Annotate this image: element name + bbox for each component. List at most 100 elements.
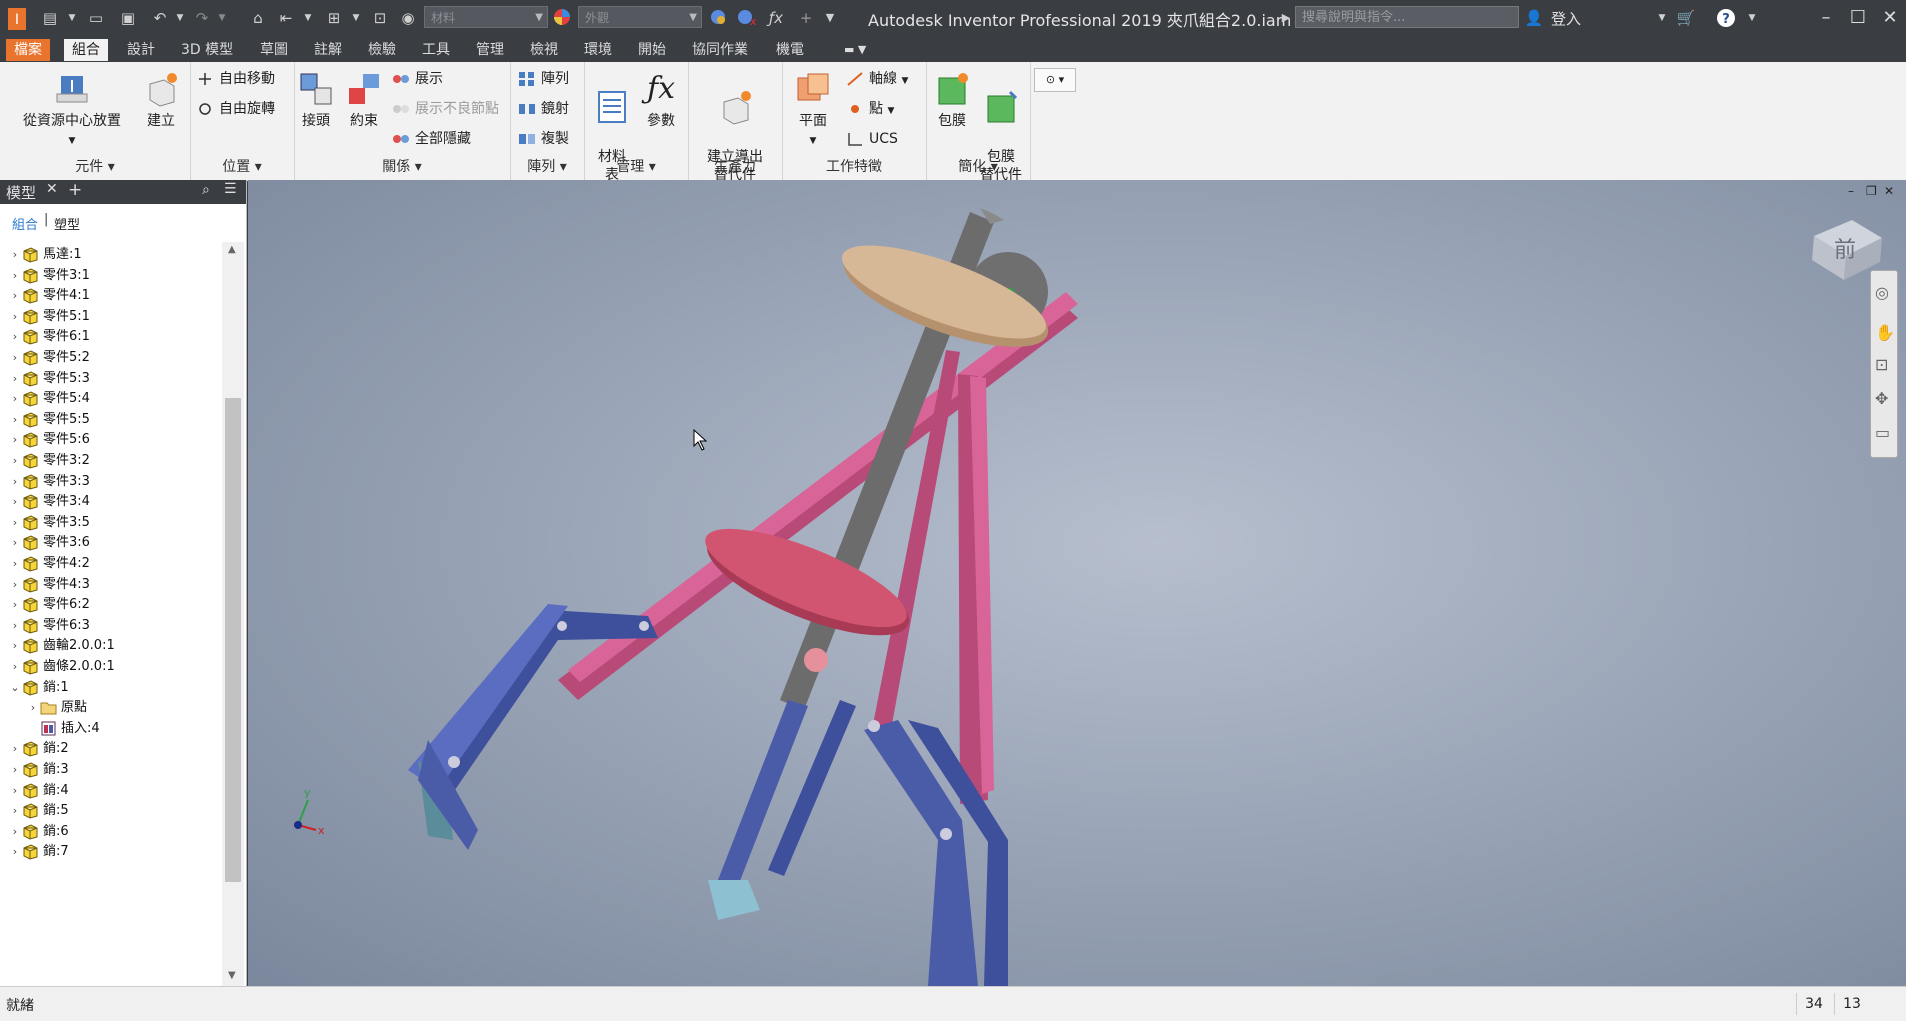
show-sick-button[interactable]: 展示不良節點	[392, 98, 499, 120]
undo-icon[interactable]: ↶	[150, 8, 170, 28]
inventor-logo-icon[interactable]: I	[6, 6, 28, 32]
panel-title-component[interactable]: 元件 ▾	[0, 156, 190, 178]
browser-scrollbar[interactable]: ▲ ▼	[222, 242, 244, 986]
close-tab-icon[interactable]: ✕	[46, 181, 58, 197]
tab-file[interactable]: 檔案	[6, 39, 50, 61]
free-rotate-button[interactable]: 自由旋轉	[196, 98, 275, 120]
clear-appearance-icon[interactable]: x	[736, 8, 757, 28]
tab-3d-model[interactable]: 3D 模型	[173, 39, 241, 61]
panel-overflow-dropdown[interactable]: ⊙ ▾	[1034, 68, 1076, 92]
orbit-icon[interactable]: ✥	[1875, 389, 1888, 408]
select-dropdown-icon[interactable]: ▼	[346, 8, 366, 28]
axis-button[interactable]: 軸線 ▼	[846, 68, 908, 90]
tab-collaborate[interactable]: 協同作業	[684, 39, 756, 61]
pan-icon[interactable]: ✋	[1875, 323, 1895, 342]
shrinkwrap-button[interactable]: 包膜	[930, 70, 974, 130]
tab-get-started[interactable]: 開始	[630, 39, 674, 61]
expand-chevron-icon[interactable]: ›	[8, 839, 22, 864]
tab-annotate[interactable]: 註解	[306, 39, 350, 61]
search-icon[interactable]: ⌕	[202, 182, 210, 198]
free-move-button[interactable]: 自由移動	[196, 68, 275, 90]
help-dropdown-icon[interactable]: ▼	[1742, 8, 1762, 28]
panel-title-manage[interactable]: 管理 ▾	[584, 156, 688, 178]
zoom-icon[interactable]: ⊡	[1875, 355, 1888, 374]
tab-design[interactable]: 設計	[119, 39, 163, 61]
copy-button[interactable]: 複製	[518, 128, 569, 150]
new-icon[interactable]: ▤	[40, 8, 60, 28]
viewport-close-icon[interactable]: ✕	[1884, 184, 1894, 198]
appearance-combo[interactable]: 外觀 ▼	[578, 6, 702, 28]
search-input[interactable]: 搜尋說明與指令...	[1295, 6, 1519, 28]
browser-tab-model[interactable]: 模型	[6, 182, 36, 203]
return-icon[interactable]: ⇤	[276, 8, 296, 28]
adjust-appearance-icon[interactable]	[708, 8, 728, 28]
select-other-icon[interactable]: ⊡	[370, 8, 390, 28]
tab-tools[interactable]: 工具	[414, 39, 458, 61]
tab-assemble[interactable]: 組合	[64, 39, 108, 61]
browser-menu-icon[interactable]: ☰	[224, 181, 237, 197]
steering-wheel-icon[interactable]: ◎	[1875, 283, 1889, 302]
assembly-model[interactable]: y x	[248, 180, 1906, 986]
mode-assembly[interactable]: 組合	[12, 214, 38, 233]
tab-manage[interactable]: 管理	[468, 39, 512, 61]
joint-button[interactable]: 接頭	[294, 70, 338, 130]
return-dropdown-icon[interactable]: ▼	[298, 8, 318, 28]
add-icon[interactable]: +	[796, 8, 816, 28]
user-icon[interactable]: 👤	[1524, 8, 1544, 28]
ribbon-options-icon[interactable]: ▬ ▼	[836, 39, 874, 61]
mode-modeling[interactable]: 塑型	[54, 214, 80, 233]
show-button[interactable]: 展示	[392, 68, 443, 90]
appearance-color-icon[interactable]	[552, 8, 572, 28]
open-icon[interactable]: ▭	[86, 8, 106, 28]
tab-environments[interactable]: 環境	[576, 39, 620, 61]
collapse-chevron-icon[interactable]: ⌄	[8, 675, 22, 700]
minimize-icon[interactable]: –	[1808, 4, 1844, 32]
tab-sketch[interactable]: 草圖	[252, 39, 296, 61]
customize-qat-icon[interactable]: ▼	[820, 8, 840, 28]
pattern-button[interactable]: 陣列	[518, 68, 569, 90]
scroll-up-icon[interactable]: ▲	[228, 244, 236, 255]
scrollbar-thumb[interactable]	[225, 398, 241, 882]
select-priority-icon[interactable]: ⊞	[324, 8, 344, 28]
tab-electromechanical[interactable]: 機電	[768, 39, 812, 61]
constrain-button[interactable]: 約束	[342, 70, 386, 130]
tree-item[interactable]: › 銷:7	[8, 839, 69, 864]
create-component-button[interactable]: 建立	[138, 70, 184, 130]
plane-button[interactable]: 平面 ▼	[788, 70, 838, 150]
tab-view[interactable]: 檢視	[522, 39, 566, 61]
scroll-down-icon[interactable]: ▼	[228, 970, 236, 981]
signin-dropdown-icon[interactable]: ▼	[1652, 8, 1672, 28]
infocenter-arrow-icon[interactable]: ▶	[1276, 8, 1296, 28]
maximize-icon[interactable]: ☐	[1840, 4, 1876, 32]
graphics-viewport[interactable]: y x 前 ◎ ✋ ⊡ ✥ ▭ – ❐ ✕	[248, 180, 1906, 986]
look-at-icon[interactable]: ▭	[1875, 423, 1890, 442]
ucs-button[interactable]: UCS	[846, 128, 898, 150]
panel-title-position[interactable]: 位置 ▾	[190, 156, 294, 178]
viewport-restore-icon[interactable]: ❐	[1866, 184, 1877, 198]
add-tab-icon[interactable]: +	[68, 180, 82, 200]
redo-icon[interactable]: ↷	[192, 8, 212, 28]
help-icon[interactable]: ?	[1716, 8, 1736, 28]
hide-all-button[interactable]: 全部隱藏	[392, 128, 471, 150]
home-icon[interactable]: ⌂	[248, 8, 268, 28]
material-combo[interactable]: 材料 ▼	[424, 6, 548, 28]
tab-inspect[interactable]: 檢驗	[360, 39, 404, 61]
viewport-minimize-icon[interactable]: –	[1848, 184, 1854, 198]
cart-icon[interactable]: 🛒	[1676, 8, 1696, 28]
point-button[interactable]: 點 ▼	[846, 98, 894, 120]
new-dropdown-icon[interactable]: ▼	[62, 8, 82, 28]
panel-title-simplification[interactable]: 簡化 ▾	[926, 156, 1030, 178]
redo-dropdown-icon[interactable]: ▼	[212, 8, 232, 28]
panel-title-pattern[interactable]: 陣列 ▾	[510, 156, 584, 178]
signin-link[interactable]: 登入	[1551, 8, 1581, 29]
undo-dropdown-icon[interactable]: ▼	[170, 8, 190, 28]
mirror-button[interactable]: 鏡射	[518, 98, 569, 120]
viewcube-face-front[interactable]: 前	[1834, 232, 1856, 264]
fx-icon[interactable]: ƒx	[766, 8, 786, 28]
parameters-button[interactable]: ƒx 參數	[638, 70, 684, 130]
place-from-content-center-button[interactable]: 從資源中心放置 ▼	[14, 70, 130, 150]
panel-title-relationships[interactable]: 關係 ▾	[294, 156, 510, 178]
save-icon[interactable]: ▣	[118, 8, 138, 28]
close-icon[interactable]: ✕	[1872, 4, 1906, 32]
update-icon[interactable]: ◉	[398, 8, 418, 28]
